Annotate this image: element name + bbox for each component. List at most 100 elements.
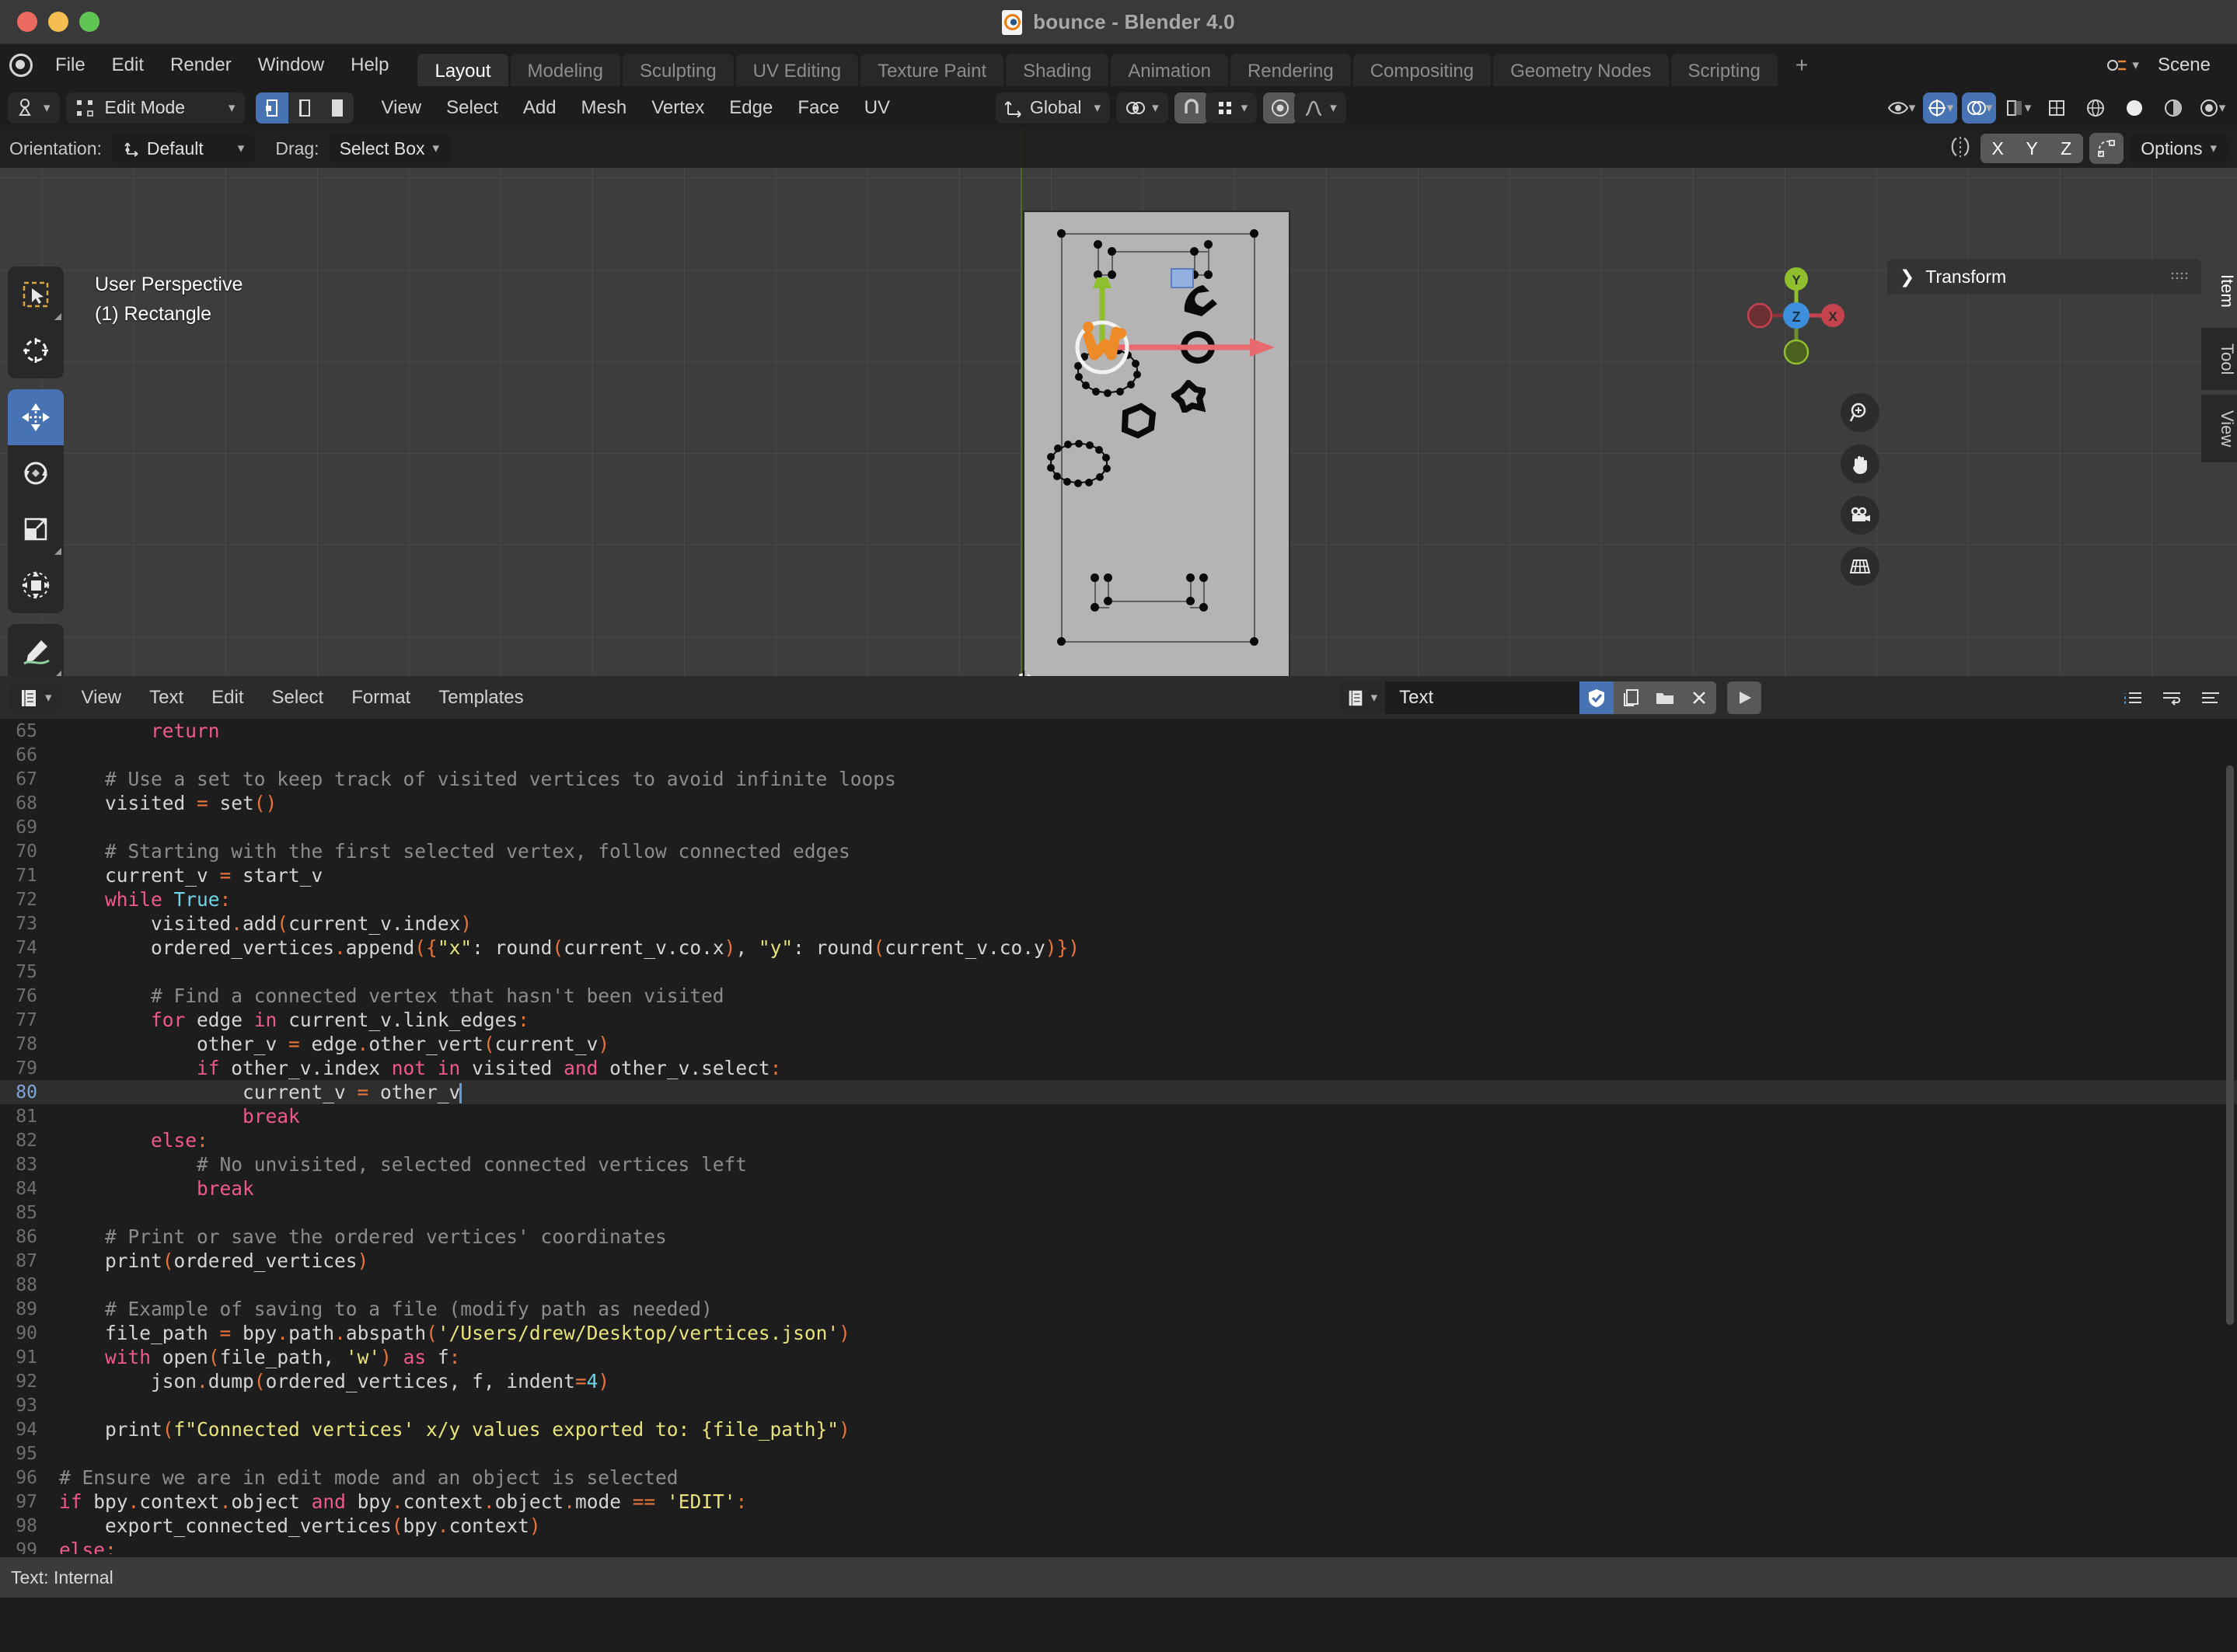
interaction-mode-select[interactable]: Edit Mode ▾ [65, 92, 245, 124]
pivot-point-select[interactable]: ▾ [1116, 92, 1168, 124]
annotate-tool[interactable] [8, 624, 64, 676]
minimize-window-button[interactable] [48, 12, 68, 32]
snap-grid-icon[interactable] [2040, 92, 2074, 124]
code-editor-area[interactable]: 65 return 66 67 # Use a set to keep track … [0, 719, 2237, 1554]
code-line[interactable]: 76 # Find a connected vertex that hasn't… [0, 984, 2237, 1008]
shading-wireframe-icon[interactable] [2078, 92, 2113, 124]
code-line[interactable]: 72 while True: [0, 887, 2237, 911]
code-line[interactable]: 85 [0, 1201, 2237, 1225]
tab-layout[interactable]: Layout [417, 54, 508, 90]
code-line[interactable]: 65 return [0, 719, 2237, 743]
play-icon[interactable] [1727, 681, 1762, 714]
code-line[interactable]: 68 visited = set() [0, 791, 2237, 815]
code-line[interactable]: 73 visited.add(current_v.index) [0, 911, 2237, 936]
sidebar-tab-item[interactable]: Item [2201, 259, 2237, 323]
move-tool[interactable] [8, 389, 64, 445]
xray-toggle-icon[interactable]: ▾ [2001, 92, 2035, 124]
tab-scripting[interactable]: Scripting [1670, 54, 1778, 90]
text-editor-type-icon[interactable]: ▾ [9, 681, 61, 713]
ed-menu-select[interactable]: Select [258, 687, 338, 709]
code-line[interactable]: 81 break [0, 1104, 2237, 1128]
ed-menu-view[interactable]: View [68, 687, 136, 709]
shading-rendered-icon[interactable]: ▾ [2195, 92, 2229, 124]
shading-material-icon[interactable] [2156, 92, 2190, 124]
code-line[interactable]: 74 ordered_vertices.append({"x": round(c… [0, 936, 2237, 960]
menu-edit[interactable]: Edit [99, 44, 157, 86]
vp-menu-vertex[interactable]: Vertex [639, 97, 717, 119]
code-line[interactable]: 94 print(f"Connected vertices' x/y value… [0, 1417, 2237, 1441]
code-line[interactable]: 70 # Starting with the first selected ve… [0, 839, 2237, 863]
code-line[interactable]: 67 # Use a set to keep track of visited … [0, 767, 2237, 791]
code-line[interactable]: 96 # Ensure we are in edit mode and an ob… [0, 1466, 2237, 1490]
scene-name-field[interactable]: Scene [2146, 54, 2221, 76]
line-numbers-icon[interactable] [2116, 681, 2150, 714]
code-line[interactable]: 99 else: [0, 1538, 2237, 1554]
code-line[interactable]: 78 other_v = edge.other_vert(current_v) [0, 1032, 2237, 1056]
editor-scrollbar[interactable] [2226, 765, 2234, 1325]
blender-logo-icon[interactable] [0, 44, 42, 86]
close-x-icon[interactable] [1682, 681, 1717, 714]
options-dropdown[interactable]: Options ▾ [2130, 134, 2228, 163]
sidebar-tab-view[interactable]: View [2201, 395, 2237, 463]
code-line[interactable]: 86 # Print or save the ordered vertices'… [0, 1225, 2237, 1249]
tab-modeling[interactable]: Modeling [510, 54, 620, 90]
scale-tool[interactable] [8, 501, 64, 557]
mirror-icon[interactable] [1946, 135, 1974, 162]
tab-sculpting[interactable]: Sculpting [622, 54, 734, 90]
vp-menu-face[interactable]: Face [785, 97, 851, 119]
code-line[interactable]: 66 [0, 743, 2237, 767]
transform-orientation-select[interactable]: Global ▾ [996, 92, 1111, 124]
menu-render[interactable]: Render [157, 44, 245, 86]
menu-file[interactable]: File [42, 44, 99, 86]
navigation-axis-gizmo[interactable]: Y X Z [1746, 265, 1847, 366]
code-line[interactable]: 98 export_connected_vertices(bpy.context… [0, 1514, 2237, 1538]
vp-menu-edge[interactable]: Edge [717, 97, 785, 119]
code-line[interactable]: 77 for edge in current_v.link_edges: [0, 1008, 2237, 1032]
transform-tool[interactable] [8, 557, 64, 613]
tab-shading[interactable]: Shading [1006, 54, 1109, 90]
syntax-highlight-icon[interactable] [2193, 681, 2228, 714]
vertex-select-icon[interactable] [255, 92, 288, 124]
close-window-button[interactable] [17, 12, 37, 32]
code-line[interactable]: 80 current_v = other_v [0, 1080, 2237, 1104]
tab-animation[interactable]: Animation [1111, 54, 1228, 90]
code-line[interactable]: 71 current_v = start_v [0, 863, 2237, 887]
toggle-ortho-icon[interactable] [1841, 547, 1879, 586]
vp-menu-add[interactable]: Add [511, 97, 569, 119]
drag-dropdown[interactable]: Select Box ▾ [328, 134, 451, 163]
vp-menu-mesh[interactable]: Mesh [569, 97, 640, 119]
tab-rendering[interactable]: Rendering [1230, 54, 1351, 90]
code-line[interactable]: 79 if other_v.index not in visited and o… [0, 1056, 2237, 1080]
orientation-dropdown[interactable]: Default ▾ [110, 134, 256, 163]
shading-solid-icon[interactable] [2117, 92, 2151, 124]
mirror-axis-y[interactable]: Y [2015, 134, 2050, 163]
code-line[interactable]: 89 # Example of saving to a file (modify… [0, 1297, 2237, 1321]
falloff-curve-select[interactable]: ▾ [1294, 92, 1346, 124]
ed-menu-templates[interactable]: Templates [424, 687, 537, 709]
vp-menu-view[interactable]: View [369, 97, 434, 119]
code-line[interactable]: 91 with open(file_path, 'w') as f: [0, 1345, 2237, 1369]
cursor-tool[interactable] [8, 322, 64, 378]
select-box-tool[interactable] [8, 267, 64, 322]
transform-panel-header[interactable]: ❯ Transform [1887, 259, 2201, 295]
code-line[interactable]: 82 else: [0, 1128, 2237, 1152]
rotate-tool[interactable] [8, 445, 64, 501]
ed-menu-text[interactable]: Text [135, 687, 197, 709]
tab-uv-editing[interactable]: UV Editing [735, 54, 859, 90]
copy-icon[interactable] [1614, 681, 1649, 714]
code-line[interactable]: 95 [0, 1441, 2237, 1466]
mirror-axis-x[interactable]: X [1980, 134, 2015, 163]
editor-type-icon[interactable]: ▾ [8, 92, 60, 124]
tab-geometry-nodes[interactable]: Geometry Nodes [1493, 54, 1669, 90]
vp-menu-uv[interactable]: UV [852, 97, 902, 119]
folder-icon[interactable] [1648, 681, 1683, 714]
add-workspace-button[interactable]: + [1780, 44, 1823, 86]
code-line[interactable]: 83 # No unvisited, selected connected ve… [0, 1152, 2237, 1176]
pan-hand-icon[interactable] [1841, 444, 1879, 483]
snap-magnet-icon[interactable] [1174, 92, 1209, 124]
mirror-axis-z[interactable]: Z [2049, 134, 2084, 163]
maximize-window-button[interactable] [79, 12, 99, 32]
code-line[interactable]: 92 json.dump(ordered_vertices, f, indent… [0, 1369, 2237, 1393]
topology-mirror-icon[interactable] [2089, 133, 2124, 164]
face-select-icon[interactable] [320, 92, 354, 124]
